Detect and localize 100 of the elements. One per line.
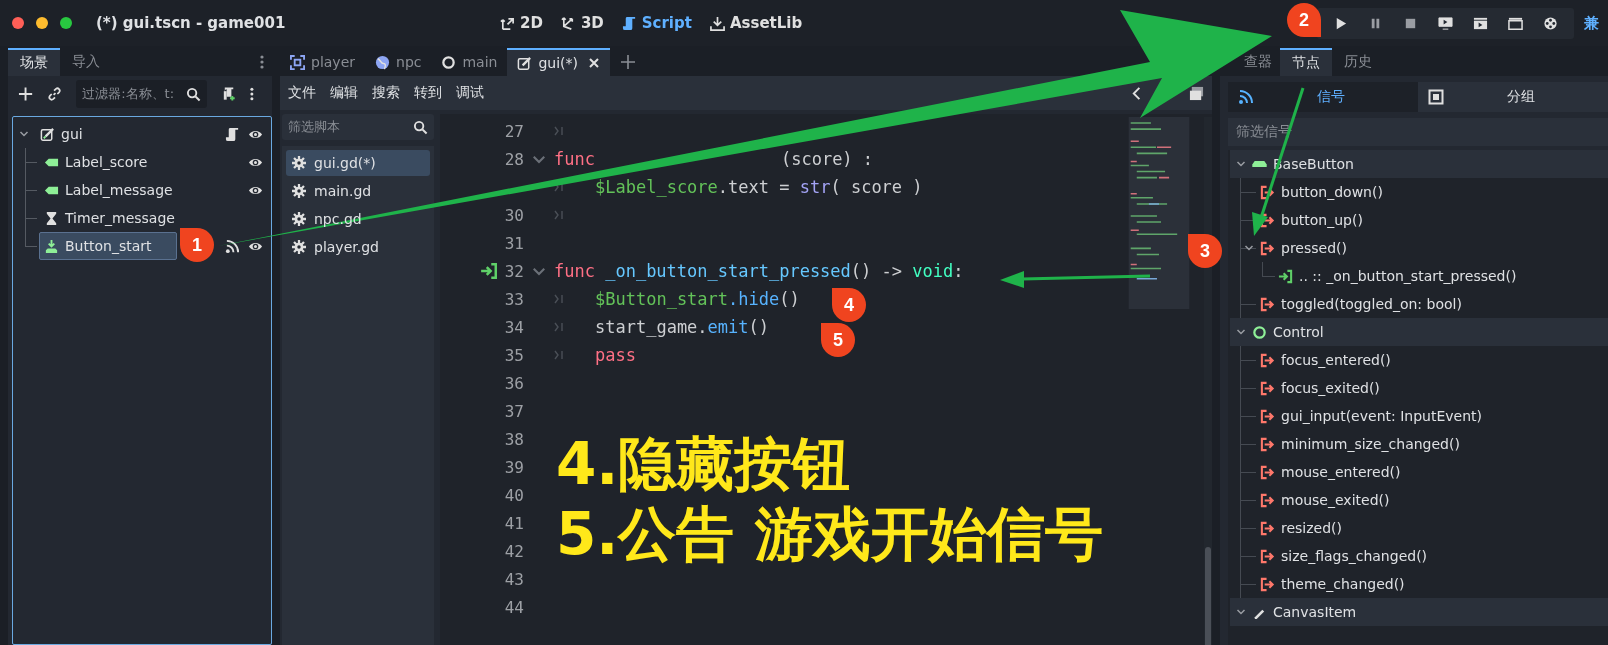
- dock-tab[interactable]: 导入: [60, 48, 112, 76]
- signal-out-icon: [1260, 240, 1275, 256]
- window-title: (*) gui.tscn - game001: [96, 14, 287, 32]
- dock-tab[interactable]: 历史: [1332, 48, 1384, 76]
- window-icon[interactable]: [1189, 85, 1204, 101]
- axes-icon: [500, 15, 515, 31]
- line-number: 31: [503, 233, 524, 253]
- more-icon[interactable]: [260, 54, 264, 70]
- signal-item[interactable]: focus_exited(): [1281, 380, 1380, 396]
- pencil-square-icon: [517, 55, 533, 71]
- workspace-tab[interactable]: 3D: [560, 14, 604, 32]
- step-badge: 3: [1188, 234, 1222, 268]
- signal-item[interactable]: toggled(toggled_on: bool): [1281, 296, 1462, 312]
- signal-group-header[interactable]: CanvasItem: [1230, 598, 1608, 626]
- signal-group-header[interactable]: Control: [1230, 318, 1608, 346]
- code-line: func _on_button_start_pressed() -> void:: [554, 261, 964, 281]
- more-icon[interactable]: [250, 86, 254, 102]
- scene-tree-item[interactable]: Button_start: [39, 232, 177, 260]
- workspace-tab[interactable]: 2D: [500, 14, 543, 32]
- expand-chevron-icon[interactable]: [1244, 243, 1254, 253]
- menu-item[interactable]: 转到: [414, 84, 442, 102]
- workspace-tab[interactable]: AssetLib: [709, 14, 803, 32]
- renderer-label[interactable]: 兼: [1584, 13, 1608, 33]
- scene-tree-item[interactable]: gui: [35, 120, 88, 148]
- download-icon: [709, 15, 725, 31]
- scene-tree-item[interactable]: Label_message: [39, 176, 178, 204]
- node-dock-tab[interactable]: 分组: [1418, 82, 1608, 112]
- add-icon[interactable]: [18, 86, 34, 102]
- line-number: 41: [503, 513, 524, 533]
- signal-item[interactable]: gui_input(event: InputEvent): [1281, 408, 1482, 424]
- script-list-item[interactable]: player.gd: [286, 234, 430, 260]
- caption: 5.公告 游戏开始信号: [556, 505, 1103, 563]
- close-icon[interactable]: [588, 57, 601, 69]
- connection-item[interactable]: .. :: _on_button_start_pressed(): [1299, 268, 1517, 284]
- signal-out-icon: [1260, 548, 1275, 564]
- scene-tree-item[interactable]: Timer_message: [39, 204, 180, 232]
- minimize-window-button[interactable]: [36, 17, 48, 29]
- line-number: 35: [503, 345, 524, 365]
- line-number: 40: [503, 485, 524, 505]
- minimap[interactable]: [1128, 117, 1190, 309]
- scene-tree-item[interactable]: Label_score: [39, 148, 153, 176]
- clapperboard-icon[interactable]: [1508, 15, 1523, 31]
- globe-icon: [375, 54, 390, 70]
- signal-item[interactable]: pressed(): [1281, 240, 1347, 256]
- node-dock-tab[interactable]: 信号: [1228, 82, 1418, 112]
- script-list-item[interactable]: npc.gd: [286, 206, 430, 232]
- button-node-icon: [1252, 161, 1267, 167]
- line-number: 30: [503, 205, 524, 225]
- group-icon: [1428, 89, 1444, 105]
- search-icon: [186, 86, 202, 102]
- close-window-button[interactable]: [12, 17, 24, 29]
- dock-tab[interactable]: 节点: [1280, 48, 1332, 76]
- line-number: 43: [503, 569, 524, 589]
- zoom-window-button[interactable]: [60, 17, 72, 29]
- filter-field[interactable]: 过滤器:名称、t:: [76, 80, 208, 108]
- menu-item[interactable]: 编辑: [330, 84, 358, 102]
- chevron-icon: [1236, 607, 1246, 617]
- add-tab-icon[interactable]: [620, 54, 637, 70]
- signal-item[interactable]: resized(): [1281, 520, 1343, 536]
- clapperboard-play-icon[interactable]: [1473, 15, 1488, 31]
- menu-item[interactable]: 文件: [288, 84, 316, 102]
- file-tab[interactable]: npc: [365, 48, 432, 76]
- file-tab[interactable]: player: [280, 48, 365, 76]
- script-icon[interactable]: [225, 126, 240, 142]
- signal-item[interactable]: size_flags_changed(): [1281, 548, 1428, 564]
- signal-out-icon: [1260, 520, 1275, 536]
- link-icon[interactable]: [47, 86, 63, 102]
- signal-out-icon: [1260, 296, 1275, 312]
- remote-screen-icon[interactable]: [1438, 15, 1453, 31]
- line-number: 42: [503, 541, 524, 561]
- line-number: 36: [503, 373, 524, 393]
- signal-item[interactable]: focus_entered(): [1281, 352, 1391, 368]
- file-tab[interactable]: main: [431, 48, 508, 76]
- connected-signal-icon[interactable]: [480, 262, 498, 280]
- line-number: 38: [503, 429, 524, 449]
- menu-item[interactable]: 调试: [456, 84, 484, 102]
- attach-script-icon[interactable]: [221, 86, 237, 102]
- circle-icon: [1252, 324, 1267, 340]
- menu-item[interactable]: 搜索: [372, 84, 400, 102]
- code-line: start_game.emit(): [595, 317, 770, 337]
- signal-item[interactable]: mouse_entered(): [1281, 464, 1401, 480]
- dock-tab[interactable]: 查器: [1236, 48, 1280, 76]
- script-list-item[interactable]: main.gd: [286, 178, 430, 204]
- signal-icon[interactable]: [225, 238, 240, 254]
- signal-item[interactable]: button_up(): [1281, 212, 1363, 228]
- search-icon: [413, 119, 428, 135]
- pencil-square-icon: [40, 126, 55, 142]
- signal-item[interactable]: minimum_size_changed(): [1281, 436, 1460, 452]
- file-tab[interactable]: gui(*): [507, 48, 611, 76]
- workspace-tab[interactable]: Script: [621, 14, 692, 32]
- film-reel-icon[interactable]: [1543, 15, 1558, 31]
- dock-tab[interactable]: 场景: [8, 48, 60, 76]
- gear-icon: [292, 156, 306, 170]
- collapse-chevron-icon[interactable]: [19, 129, 29, 139]
- signal-item[interactable]: button_down(): [1281, 184, 1383, 200]
- script-list-item[interactable]: gui.gd(*): [286, 150, 430, 176]
- script-filter-field[interactable]: 筛选脚本: [282, 114, 434, 140]
- signal-item[interactable]: mouse_exited(): [1281, 492, 1390, 508]
- connected-signal-icon: [1278, 268, 1293, 284]
- signal-item[interactable]: theme_changed(): [1281, 576, 1405, 592]
